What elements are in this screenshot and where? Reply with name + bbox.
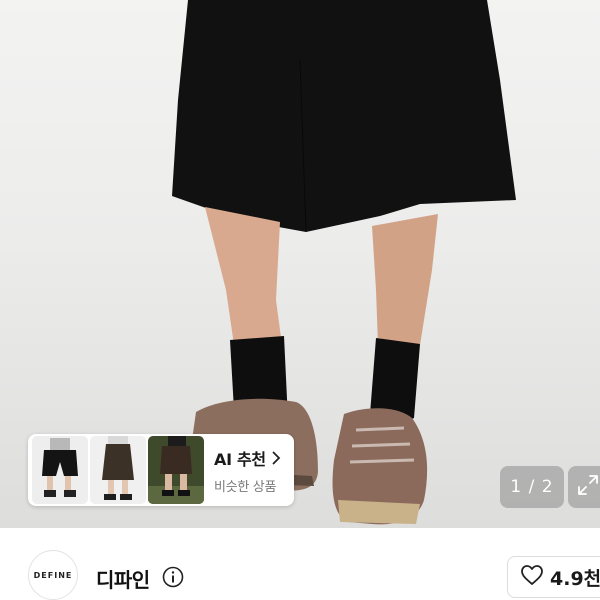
chevron-right-icon[interactable]	[272, 451, 281, 465]
expand-button[interactable]	[568, 466, 600, 508]
ai-recommendation-text: AI 추천 비슷한 상품	[214, 446, 281, 495]
seller-logo[interactable]: DEFINE	[28, 550, 78, 600]
expand-icon	[576, 473, 600, 501]
heart-icon	[520, 564, 544, 590]
ai-recommendation-title[interactable]: AI 추천	[214, 446, 266, 470]
ai-recommendation-subtitle: 비슷한 상품	[214, 479, 277, 495]
seller-name[interactable]: 디파인	[96, 564, 150, 593]
image-pager: 1 / 2	[500, 466, 564, 508]
info-icon[interactable]	[162, 566, 184, 592]
like-button[interactable]: 4.9천	[507, 556, 600, 598]
ai-recommendation-card[interactable]: AI 추천 비슷한 상품	[28, 434, 294, 506]
thumbnail-black-shorts[interactable]	[32, 436, 88, 504]
seller-bar: DEFINE 디파인 4.9천	[0, 528, 600, 600]
thumbnail-brown-skirt[interactable]	[90, 436, 146, 504]
thumbnail-brown-shorts-outdoor[interactable]	[148, 436, 204, 504]
like-count: 4.9천	[550, 567, 600, 590]
